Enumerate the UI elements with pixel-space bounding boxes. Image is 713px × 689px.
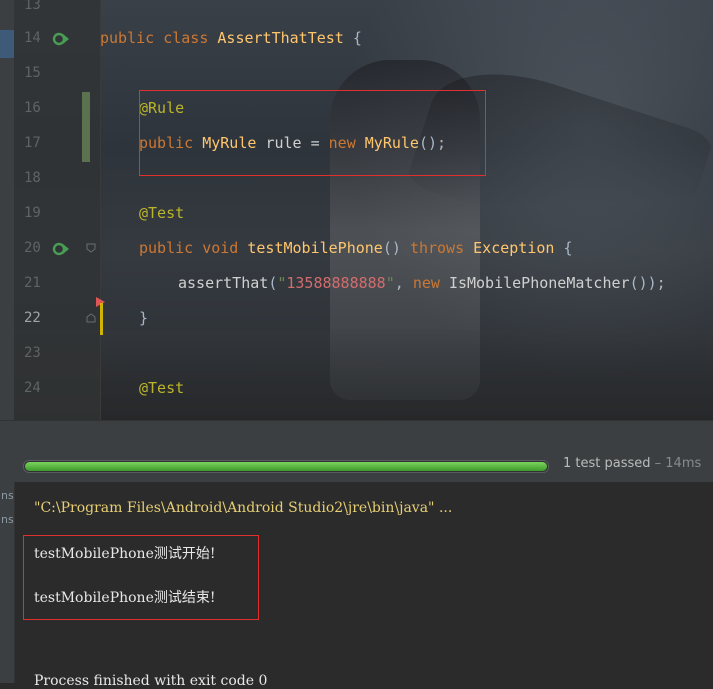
code-editor[interactable]: 13 14 15 16 17 18 19 20 21 22 23 24 publ… [0, 0, 713, 420]
code-line-24: @Test [139, 379, 185, 397]
gutter-line: 13 [14, 0, 100, 23]
console-command-line: "C:\Program Files\Android\Android Studio… [34, 500, 453, 516]
fold-end-icon[interactable] [86, 313, 96, 323]
test-status-label: 1 test passed – 14ms [563, 456, 702, 471]
run-gutter-icon[interactable] [52, 241, 70, 257]
line-number: 18 [24, 170, 41, 186]
code-line-20: public void testMobilePhone() throws Exc… [139, 239, 573, 257]
vcs-change-marker[interactable] [82, 92, 90, 162]
code-line-16: @Rule [139, 99, 185, 117]
console-exit-line: Process finished with exit code 0 [34, 673, 268, 689]
code-line-14: public class AssertThatTest { [100, 29, 362, 47]
project-tool-strip[interactable] [0, 0, 14, 420]
gutter-line: 14 [14, 21, 100, 56]
test-progress-bar [23, 460, 549, 473]
fold-marker-icon[interactable] [86, 243, 96, 253]
console-output-line: testMobilePhone测试结束! [34, 590, 216, 606]
line-number: 15 [24, 65, 41, 81]
gutter-line: 15 [14, 56, 100, 91]
line-number: 22 [24, 310, 41, 326]
gutter-line: 24 [14, 371, 100, 406]
tool-window-header[interactable] [0, 420, 713, 453]
gutter-line: 18 [14, 161, 100, 196]
console-output-line: testMobilePhone测试开始! [34, 546, 216, 562]
active-tool-highlight [0, 30, 14, 58]
gutter-line: 21 [14, 266, 100, 301]
line-number: 20 [24, 240, 41, 256]
gutter-line: 22 [14, 301, 100, 336]
code-line-19: @Test [139, 204, 185, 222]
gutter-line: 19 [14, 196, 100, 231]
line-number: 14 [24, 30, 41, 46]
line-number: 16 [24, 100, 41, 116]
line-number: 23 [24, 345, 41, 361]
code-line-22: } [139, 309, 149, 327]
line-number: 21 [24, 275, 41, 291]
test-progress-row: 1 test passed – 14ms [0, 452, 713, 482]
side-tab-label[interactable]: ns [1, 513, 14, 526]
run-console[interactable]: ns ns "C:\Program Files\Android\Android … [0, 482, 713, 689]
code-line-17: public MyRule rule = new MyRule(); [139, 134, 447, 152]
line-number: 19 [24, 205, 41, 221]
line-number: 13 [24, 0, 41, 13]
editor-gutter[interactable]: 13 14 15 16 17 18 19 20 21 22 23 24 [14, 0, 105, 420]
side-tab-label[interactable]: ns [1, 489, 14, 502]
line-number: 24 [24, 380, 41, 396]
test-progress-fill [25, 462, 547, 471]
gutter-line: 23 [14, 336, 100, 371]
code-line-21: assertThat("13588888888", new IsMobilePh… [178, 274, 666, 292]
code-area[interactable]: public class AssertThatTest { @Rule publ… [100, 0, 713, 420]
console-side-strip[interactable]: ns ns [0, 482, 15, 683]
run-gutter-icon[interactable] [52, 31, 70, 47]
line-number: 17 [24, 135, 41, 151]
gutter-line: 20 [14, 231, 100, 266]
